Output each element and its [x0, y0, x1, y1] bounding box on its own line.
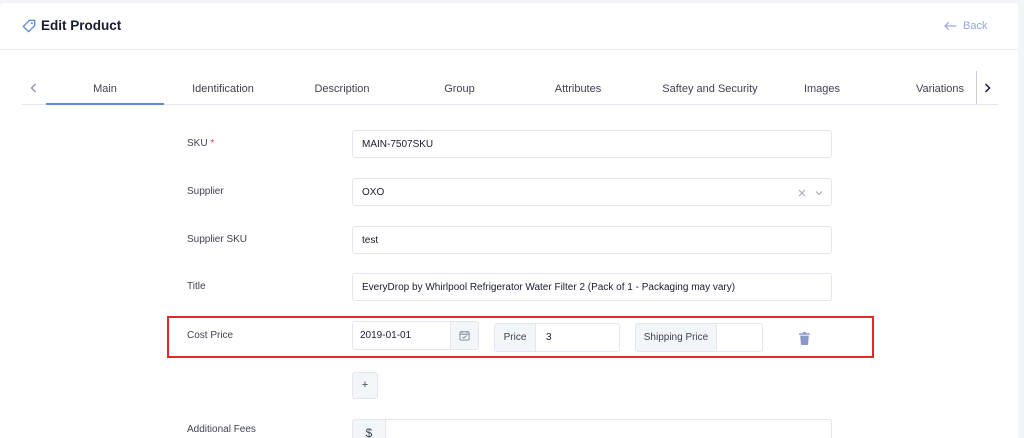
add-price-row-button[interactable]: + [352, 372, 378, 399]
price-input[interactable]: 3 [536, 323, 620, 352]
tab-bar: Main Identification Description Group At… [22, 71, 998, 105]
tab-identification[interactable]: Identification [172, 71, 274, 105]
supplier-sku-input[interactable]: test [352, 226, 832, 254]
title-input[interactable]: EveryDrop by Whirlpool Refrigerator Wate… [352, 273, 832, 301]
cost-date-input[interactable]: 2019-01-01 [352, 321, 450, 350]
tab-variations[interactable]: Variations [905, 71, 975, 105]
tab-description[interactable]: Description [292, 71, 392, 105]
shipping-price-input[interactable] [717, 323, 763, 352]
supplier-label: Supplier [187, 186, 224, 197]
chevron-down-icon[interactable] [815, 189, 823, 197]
card-header: Edit Product Back [0, 3, 1018, 50]
tag-icon [22, 19, 36, 33]
tab-safety-and-security[interactable]: Saftey and Security [640, 71, 780, 105]
cost-price-label: Cost Price [187, 330, 234, 341]
trash-icon[interactable] [799, 332, 810, 345]
sku-label: SKU * [187, 138, 215, 149]
back-link-label: Back [963, 20, 988, 32]
required-asterisk: * [210, 138, 215, 149]
tabs-scroll-right[interactable] [976, 71, 998, 104]
price-addon-label: Price [494, 323, 536, 352]
supplier-selected-value: OXO [362, 187, 385, 198]
date-picker-button[interactable] [450, 321, 479, 350]
tabs-scroll-left[interactable] [22, 71, 44, 104]
page-title: Edit Product [41, 18, 122, 33]
title-label: Title [187, 281, 206, 292]
shipping-price-addon-label: Shipping Price [635, 323, 717, 352]
chevron-right-icon [984, 82, 991, 93]
arrow-left-icon [944, 21, 957, 31]
sku-input[interactable]: MAIN-7507SKU [352, 130, 832, 158]
calendar-icon [459, 330, 470, 341]
tab-images[interactable]: Images [790, 71, 854, 105]
supplier-sku-label: Supplier SKU [187, 234, 248, 245]
supplier-select[interactable]: OXO [352, 178, 832, 206]
clear-icon[interactable] [798, 189, 806, 197]
back-link[interactable]: Back [943, 20, 987, 32]
additional-fees-input[interactable] [386, 419, 832, 438]
tab-group[interactable]: Group [427, 71, 492, 105]
edit-product-card: Edit Product Back Main Identification De… [0, 3, 1018, 438]
chevron-left-icon [30, 83, 36, 92]
tab-main[interactable]: Main [46, 71, 164, 105]
currency-addon: $ [352, 419, 386, 438]
tab-attributes[interactable]: Attributes [537, 71, 619, 105]
additional-fees-label: Additional Fees [187, 424, 256, 435]
